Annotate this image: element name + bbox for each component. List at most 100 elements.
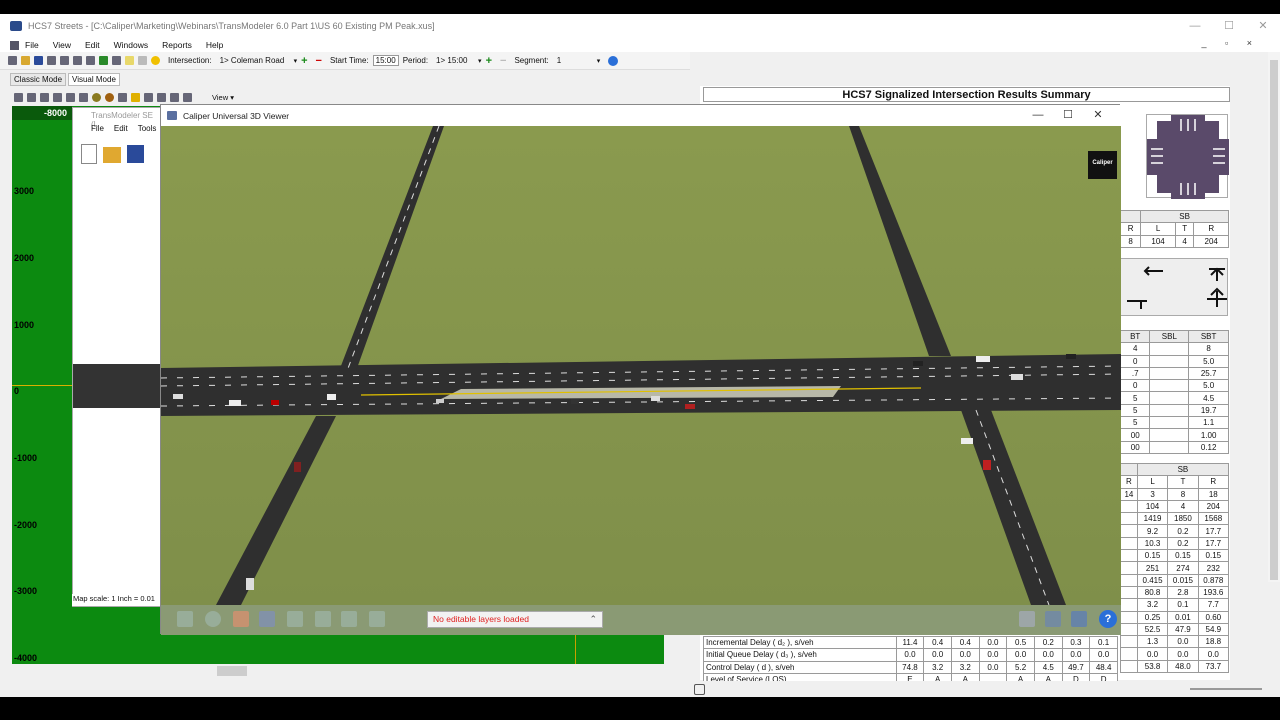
- eraser-icon[interactable]: [138, 56, 147, 65]
- viewer-close-button[interactable]: ✕: [1083, 105, 1113, 126]
- table-row: 9.2 0.2 17.7: [1120, 524, 1230, 538]
- sb-header: SB: [1136, 462, 1230, 477]
- table-cell: .7: [1119, 366, 1151, 381]
- tab-classic-mode[interactable]: Classic Mode: [10, 73, 67, 86]
- row-label: Initial Queue Delay ( d₃ ), s/veh: [703, 648, 897, 662]
- table-cell: 11.4: [895, 635, 925, 650]
- remove-period-icon[interactable]: −: [500, 55, 506, 67]
- table-row: 0 5.0: [1119, 379, 1229, 393]
- tab-visual-mode[interactable]: Visual Mode: [68, 73, 120, 86]
- chevron-up-icon: ⌃: [589, 614, 597, 624]
- remove-intersection-icon[interactable]: −: [316, 55, 322, 67]
- building-icon[interactable]: [177, 611, 193, 627]
- table-cell: 5: [1119, 416, 1151, 430]
- lanes-icon[interactable]: [144, 92, 153, 102]
- search-icon[interactable]: [694, 684, 705, 695]
- cone-icon[interactable]: [233, 611, 249, 627]
- menu-file[interactable]: File: [25, 40, 39, 50]
- layers-icon[interactable]: [157, 92, 166, 102]
- view-dropdown[interactable]: View ▾: [212, 93, 234, 102]
- menu-edit[interactable]: Edit: [85, 40, 100, 50]
- map-scale: Map scale: 1 Inch = 0.01: [72, 594, 160, 606]
- save-icon[interactable]: [127, 145, 144, 163]
- globe-icon[interactable]: [79, 92, 88, 102]
- open-folder-icon[interactable]: [103, 147, 121, 163]
- table-icon[interactable]: [183, 92, 192, 102]
- save-icon[interactable]: [34, 56, 43, 65]
- start-time-field[interactable]: 15:00: [372, 55, 399, 66]
- settings-icon[interactable]: [86, 56, 95, 65]
- table-cell: 4: [1174, 234, 1195, 248]
- menu-help[interactable]: Help: [206, 40, 223, 50]
- delete-object-icon[interactable]: [369, 611, 385, 627]
- open-folder-icon[interactable]: [21, 56, 30, 65]
- chevron-down-icon[interactable]: ▾: [478, 57, 482, 65]
- table-cell: 204: [1193, 234, 1229, 248]
- tools-icon[interactable]: [1019, 611, 1035, 627]
- add-intersection-icon[interactable]: +: [301, 55, 307, 67]
- tree-icon[interactable]: [205, 611, 221, 627]
- 3d-scene[interactable]: Caliper ⌄: [161, 126, 1121, 605]
- help-icon[interactable]: ?: [1099, 610, 1117, 628]
- help-icon[interactable]: [608, 55, 619, 66]
- zoom-out-icon[interactable]: [53, 92, 62, 102]
- minimize-button[interactable]: —: [1178, 14, 1212, 38]
- line-icon[interactable]: [118, 92, 127, 102]
- print-icon[interactable]: [47, 56, 56, 65]
- results-scroll-thumb[interactable]: [1270, 60, 1278, 580]
- sign-icon[interactable]: [287, 611, 303, 627]
- add-period-icon[interactable]: +: [486, 55, 492, 67]
- menu-icon[interactable]: [10, 40, 19, 50]
- chevron-down-icon[interactable]: ▾: [294, 57, 298, 65]
- car-icon[interactable]: [60, 56, 69, 65]
- target-icon[interactable]: [92, 92, 101, 102]
- menu-reports[interactable]: Reports: [162, 40, 192, 50]
- viewer-minimize-button[interactable]: —: [1023, 105, 1053, 126]
- sub-menu-edit[interactable]: Edit: [114, 124, 128, 138]
- pencil-icon[interactable]: [125, 56, 134, 65]
- chevron-down-icon[interactable]: ▾: [597, 57, 601, 65]
- maximize-button[interactable]: ☐: [1212, 14, 1246, 38]
- period-select[interactable]: 1> 15:00: [436, 56, 474, 65]
- circle-icon[interactable]: [105, 92, 114, 102]
- edit-object-icon[interactable]: [341, 611, 357, 627]
- table-row: 0 5.0: [1119, 354, 1229, 368]
- layer-status-dropdown[interactable]: No editable layers loaded ⌃: [427, 611, 603, 628]
- grid-icon[interactable]: [170, 92, 179, 102]
- zoom-in-icon[interactable]: [40, 92, 49, 102]
- table-cell: 54.9: [1197, 622, 1230, 637]
- close-button[interactable]: ✕: [1246, 14, 1280, 38]
- table-cell: 1419: [1136, 512, 1169, 526]
- new-file-icon[interactable]: [8, 56, 17, 65]
- pan-icon[interactable]: [66, 92, 75, 102]
- zoom-slider[interactable]: [1190, 688, 1262, 690]
- table-cell: [1149, 391, 1190, 405]
- pointer-icon[interactable]: [27, 92, 36, 102]
- chart-icon[interactable]: [112, 56, 121, 65]
- table-cell: 1.00: [1188, 428, 1229, 442]
- info-icon[interactable]: [151, 56, 160, 65]
- viewer-maximize-button[interactable]: ☐: [1053, 105, 1083, 126]
- segment-select[interactable]: 1: [557, 56, 593, 65]
- vehicle-view-icon[interactable]: [1071, 611, 1087, 627]
- signal-icon[interactable]: [73, 56, 82, 65]
- add-object-icon[interactable]: [315, 611, 331, 627]
- mdi-controls[interactable]: _ ▫ ×: [1202, 38, 1260, 48]
- table-cell: 1568: [1197, 512, 1230, 526]
- menu-windows[interactable]: Windows: [114, 40, 148, 50]
- new-file-icon[interactable]: [81, 144, 97, 164]
- viewer-toolbar: No editable layers loaded ⌃ ?: [161, 605, 1121, 635]
- y-label: 0: [14, 386, 20, 396]
- pin-icon[interactable]: [131, 92, 140, 102]
- sub-menu-tools[interactable]: Tools: [138, 124, 157, 138]
- camera-icon[interactable]: [1045, 611, 1061, 627]
- menu-view[interactable]: View: [53, 40, 71, 50]
- map-horizontal-scrollbar[interactable]: [12, 664, 676, 678]
- car-icon[interactable]: [259, 611, 275, 627]
- network-icon[interactable]: [99, 56, 108, 65]
- intersection-select[interactable]: 1> Coleman Road: [220, 56, 290, 65]
- table-cell: 0.3: [1061, 635, 1091, 650]
- table-cell: [1120, 536, 1138, 551]
- select-icon[interactable]: [14, 92, 23, 102]
- sub-menu-file[interactable]: File: [91, 124, 104, 138]
